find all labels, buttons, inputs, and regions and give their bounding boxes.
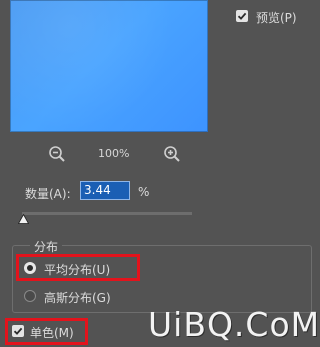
radio-gaussian-label: 高斯分布(G) [44,291,111,305]
site-watermark: UiBQ.CoM [148,305,320,344]
amount-label: 数量(A): [25,187,71,201]
zoom-in-icon[interactable] [163,145,181,163]
slider-thumb-icon [18,214,29,224]
preview-label: 预览(P) [256,11,297,25]
preview-frame [10,0,208,132]
amount-slider-track[interactable] [22,212,192,215]
amount-input[interactable]: 3.44 [80,181,130,200]
amount-unit: % [138,185,150,199]
zoom-level: 100% [98,147,130,160]
distribution-title: 分布 [30,238,63,255]
highlight-monochromatic [5,318,88,345]
preview-checkbox[interactable] [236,10,248,22]
zoom-controls: 100% [0,145,230,163]
zoom-out-icon[interactable] [48,145,66,163]
checkmark-icon [237,12,247,20]
radio-gaussian[interactable] [24,290,36,302]
highlight-uniform [16,254,140,281]
